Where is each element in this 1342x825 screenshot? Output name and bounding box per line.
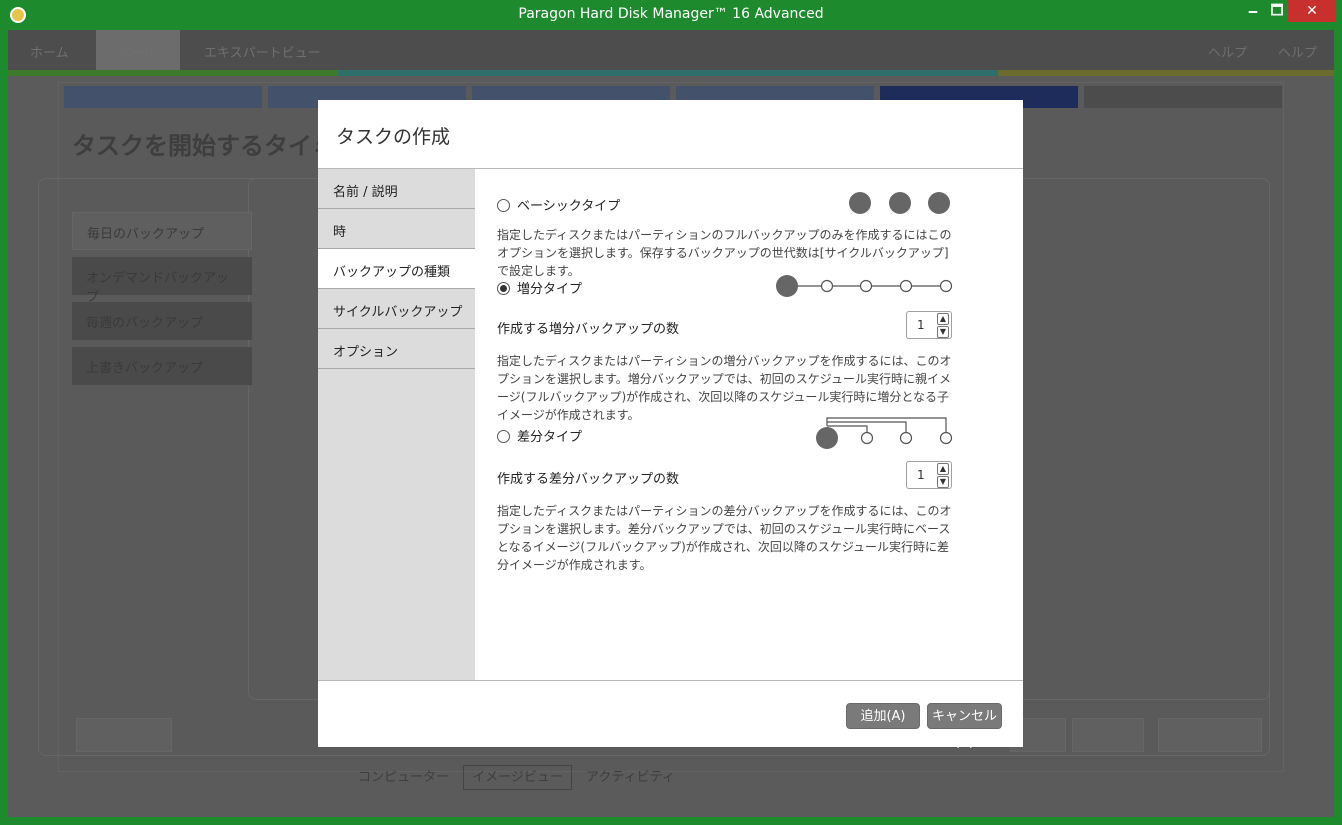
wizard-title: タスクを開始するタイミン [72,132,360,160]
differential-count-value[interactable]: 1 [917,468,925,482]
dialog-title: タスクの作成 [336,126,451,148]
chevron-up-icon[interactable]: ▲ [937,313,949,325]
incremental-type-radio[interactable] [497,282,510,295]
nav-button[interactable] [1072,718,1144,752]
differential-count-label: 作成する差分バックアップの数 [497,472,680,487]
chevron-down-icon[interactable]: ▼ [937,476,949,488]
nav-item-options[interactable]: オプション [318,329,475,369]
chevron-down-icon[interactable]: ▼ [937,326,949,338]
color-ribbon [8,70,1334,76]
nav-button[interactable] [1158,718,1262,752]
tab-computer[interactable]: コンピューター [358,770,449,785]
cancel-button[interactable]: キャンセル(C) [927,703,1002,750]
incremental-type-label: 増分タイプ [517,282,583,297]
back-button[interactable] [76,718,172,752]
schedule-item[interactable]: 毎日のバックアップ [72,212,252,250]
chevron-up-icon[interactable]: ▲ [937,463,949,475]
menu-help-2[interactable]: ヘルプ [1278,42,1317,61]
schedule-item[interactable]: 毎週のバックアップ [72,302,252,340]
title-bar: Paragon Hard Disk Manager™ 16 Advanced 🗕… [0,0,1342,30]
tab-activity[interactable]: アクティビティ [586,770,675,785]
add-button[interactable]: 追加(A) [846,703,920,729]
schedule-item[interactable]: 上書きバックアップ [72,347,252,385]
dialog-nav: 名前 / 説明 時 バックアップの種類 サイクルバックアップ オプション [318,169,475,681]
create-task-dialog: タスクの作成 名前 / 説明 時 バックアップの種類 サイクルバックアップ オプ… [318,100,1023,750]
incremental-count-label: 作成する増分バックアップの数 [497,322,680,337]
differential-type-description: 指定したディスクまたはパーティションの差分バックアップを作成するには、このオプシ… [497,504,952,572]
window-title: Paragon Hard Disk Manager™ 16 Advanced [518,6,824,22]
basic-backup-diagram [849,192,950,214]
menu-expert-view[interactable]: エキスパートビュー [204,42,321,61]
menu-tools[interactable]: ツール [118,42,157,61]
menu-help-1[interactable]: ヘルプ [1208,42,1247,61]
dialog-footer: 追加(A) キャンセル(C) [318,680,1023,750]
dialog-content: ベーシックタイプ 指定したディスクまたはパーティションのフルバックアップのみを作… [475,169,1023,681]
incremental-count-stepper[interactable]: 1 ▲ ▼ [906,311,952,339]
menu-bar: ホーム ツール エキスパートビュー ヘルプ ヘルプ [8,30,1334,70]
nav-item-time[interactable]: 時 [318,209,475,249]
differential-count-stepper[interactable]: 1 ▲ ▼ [906,461,952,489]
close-button[interactable]: ✕ [1288,0,1336,22]
menu-home[interactable]: ホーム [30,42,69,61]
schedule-list: 毎日のバックアップ オンデマンドバックアップ 毎週のバックアップ 上書きバックア… [72,212,252,392]
basic-type-radio[interactable] [497,199,510,212]
incremental-backup-diagram [776,275,953,297]
nav-item-backup-type[interactable]: バックアップの種類 [318,249,475,289]
schedule-item[interactable]: オンデマンドバックアップ [72,257,252,305]
nav-item-name[interactable]: 名前 / 説明 [318,169,475,209]
bottom-tabs: コンピューター イメージビュー アクティビティ [358,765,675,790]
differential-type-label: 差分タイプ [517,430,583,445]
incremental-count-value[interactable]: 1 [917,318,925,332]
nav-item-cycle-backup[interactable]: サイクルバックアップ [318,289,475,329]
differential-backup-diagram [816,417,953,449]
basic-type-label: ベーシックタイプ [517,199,621,214]
tab-image-view[interactable]: イメージビュー [463,765,572,790]
dialog-header: タスクの作成 [318,100,1023,169]
basic-type-option[interactable]: ベーシックタイプ [497,195,620,214]
differential-type-radio[interactable] [497,430,510,443]
incremental-type-option[interactable]: 増分タイプ [497,278,582,297]
differential-type-option[interactable]: 差分タイプ [497,426,582,445]
